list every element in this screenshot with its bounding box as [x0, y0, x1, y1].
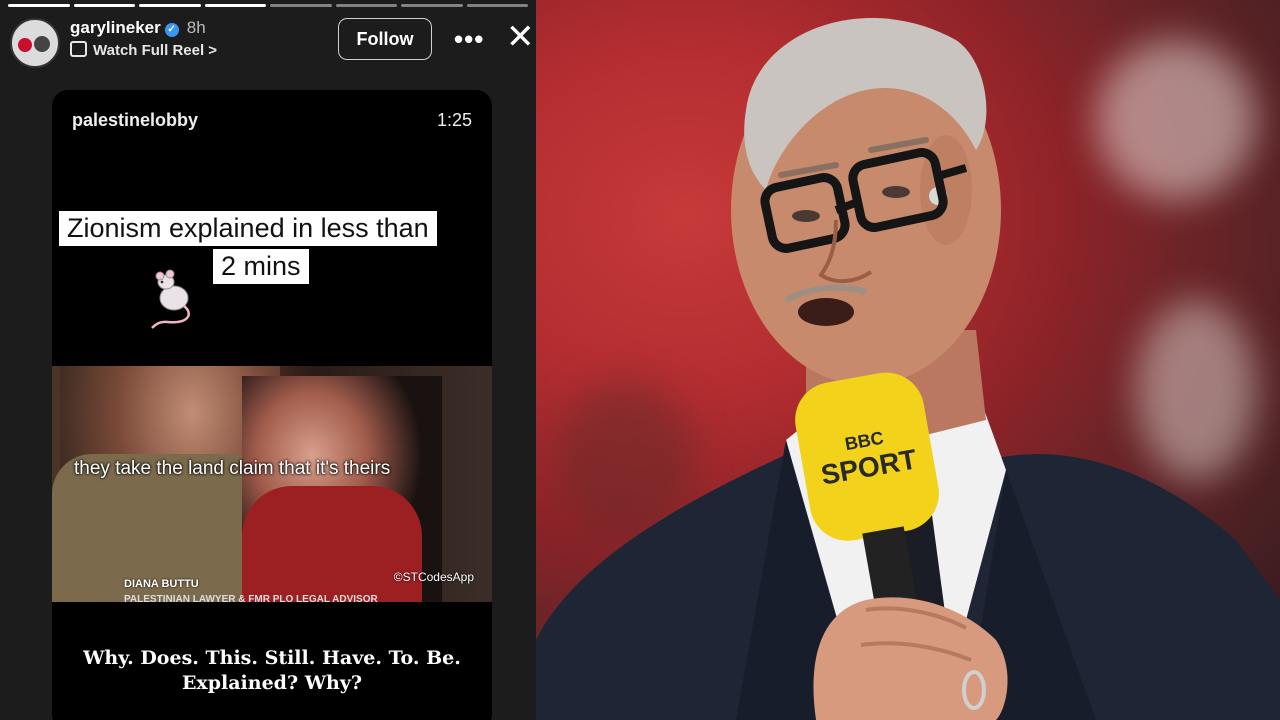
reel-caption-line2: 2 mins — [213, 249, 309, 284]
instagram-story: garylineker ✓ 8h Watch Full Reel > Follow … — [0, 0, 536, 720]
progress-segment — [204, 4, 266, 7]
progress-segment — [466, 4, 528, 7]
speaker-name: DIANA BUTTU — [124, 578, 199, 590]
story-progress-bar — [8, 4, 528, 7]
close-icon[interactable]: ✕ — [506, 20, 535, 54]
story-quote-text: Why. Does. This. Still. Have. To. Be. Ex… — [72, 646, 472, 696]
quote-line1: Why. Does. This. Still. Have. To. Be. — [83, 647, 461, 669]
progress-segment — [8, 4, 70, 7]
video-subtitle: they take the land claim that it's their… — [74, 458, 391, 479]
rat-sticker-icon — [151, 269, 190, 329]
video-credit: ©STCodesApp — [393, 570, 474, 584]
reel-icon — [70, 41, 87, 57]
reel-caption-line1: Zionism explained in less than — [59, 211, 437, 246]
reel-video-frame[interactable]: they take the land claim that it's their… — [52, 366, 492, 602]
reel-duration: 1:25 — [436, 110, 472, 130]
verified-badge-icon: ✓ — [164, 23, 179, 37]
more-horizontal-icon[interactable]: ••• — [454, 24, 484, 55]
story-header: garylineker ✓ 8h Watch Full Reel > Follow … — [10, 14, 535, 68]
presenter-illustration: BBC SPORT — [536, 17, 1280, 720]
progress-segment — [401, 4, 463, 7]
watch-full-reel-label: Watch Full Reel > — [93, 42, 218, 59]
avatar[interactable] — [10, 18, 60, 68]
progress-segment — [73, 4, 135, 7]
progress-segment — [335, 4, 397, 7]
username-text[interactable]: garylineker — [70, 18, 161, 37]
presenter-photo: BBC SPORT — [536, 0, 1280, 720]
reel-username[interactable]: palestinelobby — [72, 110, 198, 131]
watch-full-reel-link[interactable]: Watch Full Reel > — [70, 41, 217, 59]
progress-segment — [270, 4, 332, 7]
progress-segment — [139, 4, 201, 7]
story-username[interactable]: garylineker ✓ 8h — [70, 18, 206, 38]
follow-button[interactable]: Follow — [338, 18, 432, 60]
time-ago: 8h — [186, 18, 206, 37]
quote-line2: Explained? Why? — [181, 672, 363, 694]
shared-reel-card[interactable]: palestinelobby 1:25 Zionism explained in… — [52, 90, 492, 720]
speaker-title: PALESTINIAN LAWYER & FMR PLO LEGAL ADVIS… — [124, 594, 378, 602]
